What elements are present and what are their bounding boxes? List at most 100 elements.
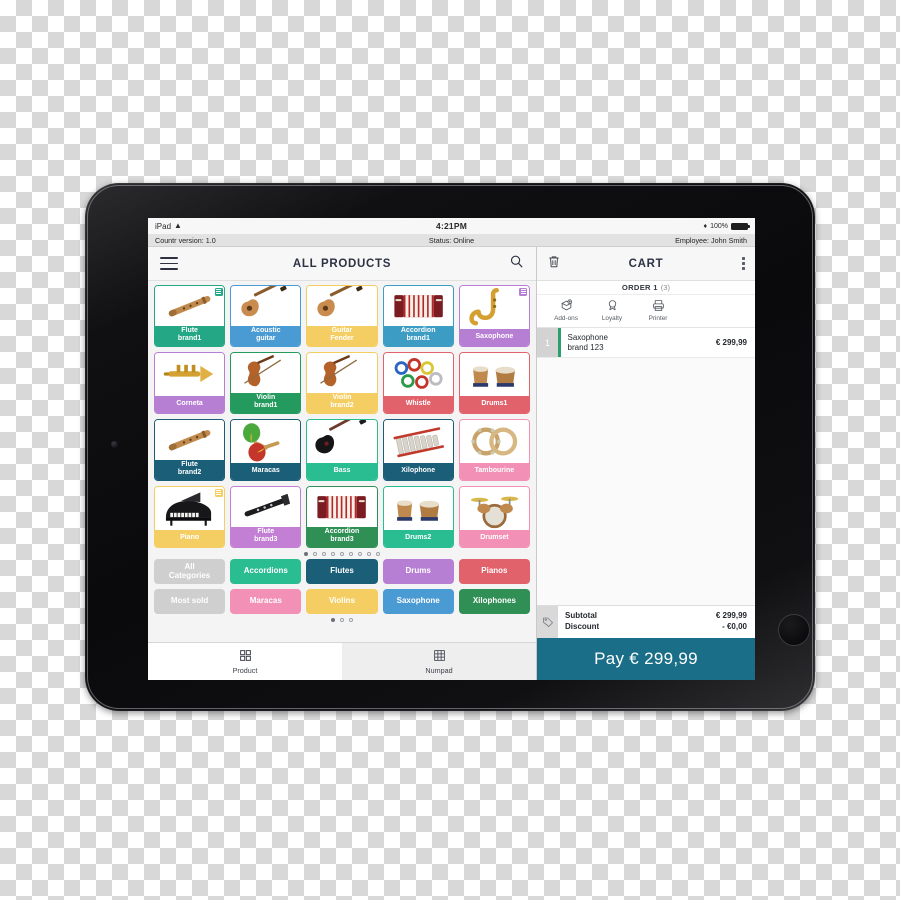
category-page-dot[interactable] <box>349 618 353 622</box>
product-tile-label: Tambourine <box>459 463 529 480</box>
product-tile-label: Accordion brand1 <box>383 326 453 346</box>
tile-options-icon[interactable] <box>214 488 223 497</box>
grid-page-dot[interactable] <box>331 552 335 556</box>
product-tile[interactable]: Tambourine <box>458 419 530 481</box>
home-button[interactable] <box>778 614 810 646</box>
product-tile[interactable]: Corneta <box>154 352 226 414</box>
product-tile[interactable]: Acoustic guitar <box>230 285 302 347</box>
category-button[interactable]: Drums <box>382 559 454 584</box>
product-image <box>383 487 453 530</box>
product-tile[interactable]: Flute brand1 <box>154 285 226 347</box>
category-grid: All Categories Accordions Flutes Drums Pianos… <box>154 559 530 614</box>
product-tile[interactable]: Drums1 <box>458 352 530 414</box>
product-tile-label: Drumset <box>459 530 529 547</box>
product-tile[interactable]: Drums2 <box>382 486 454 548</box>
category-button[interactable]: Pianos <box>458 559 530 584</box>
search-icon[interactable] <box>509 254 524 274</box>
total-value: € 299,99 <box>715 610 747 620</box>
cart-action-label: Loyalty <box>601 315 623 322</box>
app-body: ALL PRODUCTS Flute brand1 Acoustic guitar Gu… <box>148 247 755 680</box>
product-image <box>307 487 377 528</box>
order-item-count: (3) <box>660 283 671 292</box>
product-image <box>459 487 529 530</box>
grid-page-dot[interactable] <box>358 552 362 556</box>
category-button[interactable]: Flutes <box>306 559 378 584</box>
product-tile-label: Flute brand3 <box>231 527 301 547</box>
product-tile-label: Maracas <box>231 463 301 480</box>
product-tile[interactable]: Whistle <box>382 352 454 414</box>
grid-page-dot[interactable] <box>349 552 353 556</box>
cart-action-printer[interactable]: Printer <box>635 299 681 322</box>
category-button[interactable]: All Categories <box>154 559 226 584</box>
grid-page-dot[interactable] <box>322 552 326 556</box>
product-tile[interactable]: Maracas <box>230 419 302 481</box>
product-tile[interactable]: Flute brand3 <box>230 486 302 548</box>
product-tile[interactable]: Violin brand2 <box>306 352 378 414</box>
grid-page-dot[interactable] <box>304 552 308 556</box>
pay-button[interactable]: Pay € 299,99 <box>537 638 755 680</box>
product-image <box>231 487 301 528</box>
product-tile-label: Bass <box>307 463 377 480</box>
grid-page-dot[interactable] <box>376 552 380 556</box>
product-grid-pager[interactable] <box>154 548 530 559</box>
bottom-tab-bar: Product Numpad <box>148 642 536 680</box>
product-tile[interactable]: Bass <box>306 419 378 481</box>
category-button[interactable]: Accordions <box>230 559 302 584</box>
product-tile[interactable]: Drumset <box>458 486 530 548</box>
tile-options-icon[interactable] <box>214 287 223 296</box>
total-label: Subtotal <box>565 610 597 620</box>
product-tile-label: Accordion brand3 <box>307 527 377 547</box>
product-grid: Flute brand1 Acoustic guitar Guitar Fender Acc… <box>154 285 530 548</box>
battery-icon <box>731 222 750 230</box>
product-image <box>383 353 453 396</box>
tablet-screen: iPad ▲ 4:21PM ♦ 100% Countr version: 1.0… <box>148 218 755 680</box>
cart-action-label: Printer <box>648 315 668 322</box>
cart-item-list: 1 Saxophone brand 123 € 299,99 <box>537 328 755 605</box>
product-tile[interactable]: Piano <box>154 486 226 548</box>
clock-label: 4:21PM <box>436 221 467 231</box>
category-page-dot[interactable] <box>331 618 335 622</box>
grid-page-dot[interactable] <box>340 552 344 556</box>
grid-page-dot[interactable] <box>313 552 317 556</box>
app-info-bar: Countr version: 1.0 Status: Online Emplo… <box>148 234 755 247</box>
product-image <box>459 420 529 463</box>
connection-status-label: Status: Online <box>428 235 475 245</box>
product-tile[interactable]: Saxophone <box>458 285 530 347</box>
tab-numpad[interactable]: Numpad <box>342 643 536 680</box>
numpad-icon <box>433 649 446 664</box>
product-tile[interactable]: Xilophone <box>382 419 454 481</box>
category-button[interactable]: Xilophones <box>458 589 530 614</box>
total-value: - €0,00 <box>722 622 747 632</box>
cart-action-add-ons[interactable]: Add-ons <box>543 299 589 322</box>
product-image <box>155 487 225 530</box>
tile-options-icon[interactable] <box>519 287 528 296</box>
product-tile[interactable]: Violin brand1 <box>230 352 302 414</box>
category-button[interactable]: Maracas <box>230 589 302 614</box>
grid-page-dot[interactable] <box>367 552 371 556</box>
tab-product[interactable]: Product <box>148 643 342 680</box>
category-button[interactable]: Violins <box>306 589 378 614</box>
tab-label: Numpad <box>425 665 453 675</box>
product-tile[interactable]: Flute brand2 <box>154 419 226 481</box>
cart-item-row[interactable]: 1 Saxophone brand 123 € 299,99 <box>537 328 755 358</box>
product-image <box>383 420 453 463</box>
category-wrapper: All Categories Accordions Flutes Drums Pianos… <box>148 559 536 625</box>
product-tile[interactable]: Guitar Fender <box>306 285 378 347</box>
kebab-menu-icon[interactable] <box>742 257 745 270</box>
category-pager[interactable] <box>154 614 530 625</box>
order-number-label: ORDER 1 <box>621 283 658 292</box>
category-button[interactable]: Most sold <box>154 589 226 614</box>
product-tile-label: Flute brand1 <box>155 326 225 346</box>
cart-item-quantity: 1 <box>537 328 558 357</box>
products-header: ALL PRODUCTS <box>148 247 536 281</box>
product-image <box>459 353 529 396</box>
product-tile[interactable]: Accordion brand3 <box>306 486 378 548</box>
cart-action-loyalty[interactable]: Loyalty <box>589 299 635 322</box>
product-tile[interactable]: Accordion brand1 <box>382 285 454 347</box>
category-button[interactable]: Saxophone <box>382 589 454 614</box>
category-page-dot[interactable] <box>340 618 344 622</box>
product-image <box>307 420 377 463</box>
product-image <box>383 286 453 327</box>
cart-title: CART <box>628 257 664 270</box>
cart-panel: CART ORDER 1 (3) Add-ons Loyalty Printer 1… <box>537 247 755 680</box>
